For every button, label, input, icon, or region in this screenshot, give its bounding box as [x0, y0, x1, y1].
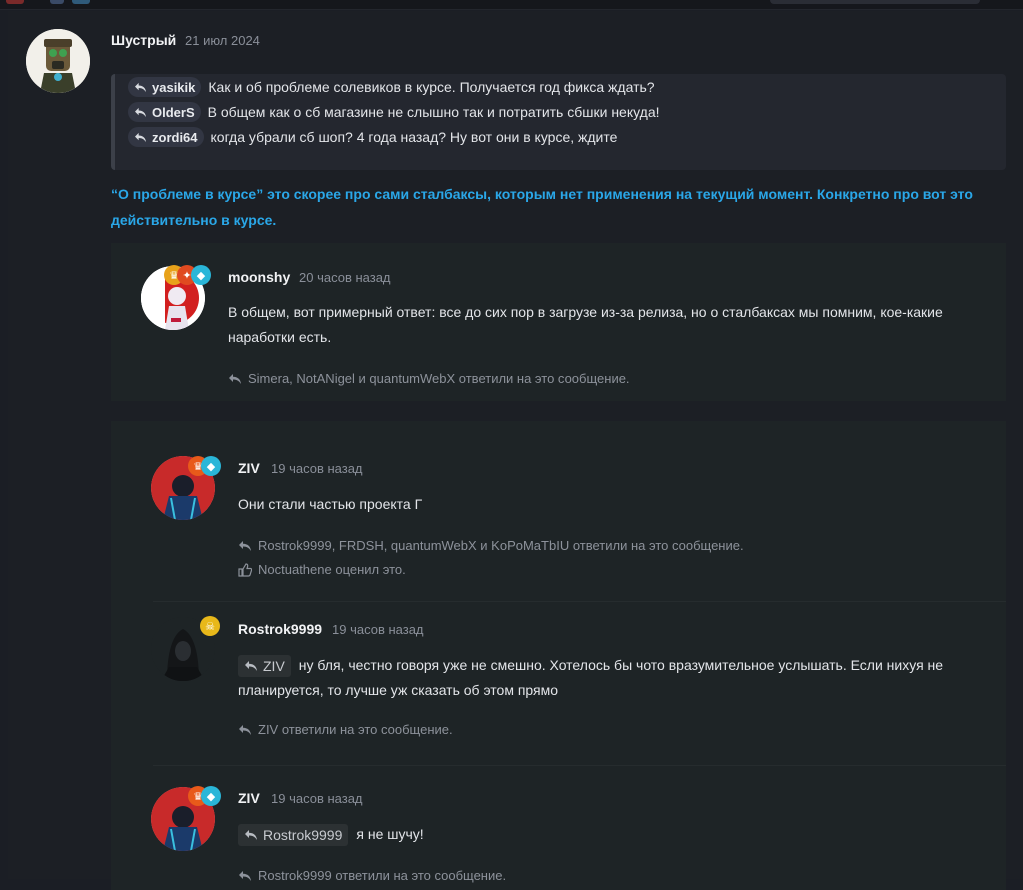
replied-text: Rostrok9999, FRDSH, quantumWebX и KoPoMa… [258, 538, 744, 553]
reply-text-content: я не шучу! [356, 826, 424, 842]
mention-user: Rostrok9999 [263, 826, 343, 843]
reply-arrow-icon [135, 107, 146, 117]
reply-time[interactable]: 20 часов назад [299, 270, 391, 285]
liked-text: Noctuathene оценил это. [258, 562, 406, 577]
reply-arrow-icon [245, 661, 257, 672]
diamond-badge-icon: ◆ [201, 786, 221, 806]
reply-author[interactable]: ZIV [238, 460, 260, 476]
diamond-badge-icon: ◆ [191, 265, 211, 285]
reply-arrow-icon [229, 373, 241, 384]
replied-info[interactable]: Rostrok9999, FRDSH, quantumWebX и KoPoMa… [238, 538, 744, 553]
post-date[interactable]: 21 июл 2024 [185, 33, 260, 48]
replied-text: Simera, NotANigel и quantumWebX ответили… [248, 371, 630, 386]
divider [153, 601, 1006, 602]
diamond-badge-icon: ◆ [201, 456, 221, 476]
top-tab-icon[interactable] [72, 0, 90, 4]
top-tab-icon[interactable] [50, 0, 64, 4]
mention-chip[interactable]: ZIV [238, 655, 291, 678]
skull-badge-icon: ☠ [200, 616, 220, 636]
quote-line: zordi64 когда убрали сб шоп? 4 года наза… [128, 126, 617, 148]
reply-text: Они стали частью проекта Г [238, 496, 423, 512]
mention-chip[interactable]: zordi64 [128, 127, 204, 147]
top-tab-icon[interactable] [6, 0, 24, 4]
message-feed: Шустрый 21 июл 2024 yasikik Как и об про… [8, 11, 1023, 890]
reply-arrow-icon [239, 870, 251, 881]
reply-panel: ♛ ✦ ◆ moonshy 20 часов назад В общем, во… [111, 243, 1006, 401]
reply-arrow-icon [135, 132, 146, 142]
reply-arrow-icon [135, 82, 146, 92]
quote-text: В общем как о сб магазине не слышно так … [207, 104, 660, 120]
reply-time[interactable]: 19 часов назад [332, 622, 424, 637]
avatar[interactable] [26, 29, 90, 93]
reply-text: Rostrok9999 я не шучу! [238, 822, 424, 847]
reply-panel: ♛ ◆ ZIV 19 часов назад Они стали частью … [111, 421, 1006, 890]
quote-block: yasikik Как и об проблеме солевиков в ку… [111, 74, 1006, 170]
reply-text: ZIV ну бля, честно говоря уже не смешно.… [238, 653, 958, 703]
like-thumb-icon [238, 562, 252, 577]
reply-arrow-icon [239, 540, 251, 551]
reply-author[interactable]: ZIV [238, 790, 260, 806]
reply-arrow-icon [245, 830, 257, 841]
mention-user: zordi64 [152, 129, 198, 145]
divider [153, 765, 1006, 766]
post-author[interactable]: Шустрый [111, 32, 176, 48]
mention-chip[interactable]: OlderS [128, 102, 201, 122]
replied-text: Rostrok9999 ответили на это сообщение. [258, 868, 507, 883]
reply-arrow-icon [239, 724, 251, 735]
reply-time[interactable]: 19 часов назад [271, 791, 363, 806]
mention-chip[interactable]: yasikik [128, 77, 202, 97]
search-input[interactable] [770, 0, 980, 4]
quote-line: yasikik Как и об проблеме солевиков в ку… [128, 76, 655, 98]
mention-chip[interactable]: Rostrok9999 [238, 824, 349, 847]
mention-user: ZIV [263, 657, 285, 674]
replied-info[interactable]: ZIV ответили на это сообщение. [238, 722, 453, 737]
quote-line: OlderS В общем как о сб магазине не слыш… [128, 101, 660, 123]
replied-info[interactable]: Rostrok9999 ответили на это сообщение. [238, 868, 506, 883]
mention-user: OlderS [152, 104, 195, 120]
mention-user: yasikik [152, 79, 196, 95]
quote-text: когда убрали сб шоп? 4 года назад? Ну во… [210, 129, 618, 145]
reply-author[interactable]: moonshy [228, 269, 290, 285]
quote-text: Как и об проблеме солевиков в курсе. Пол… [208, 79, 655, 95]
reply-text: В общем, вот примерный ответ: все до сих… [228, 304, 943, 345]
like-info[interactable]: Noctuathene оценил это. [238, 562, 406, 577]
top-bar [0, 0, 1023, 10]
highlight-text: “О проблеме в курсе” это скорее про сами… [111, 186, 973, 228]
reply-text-content: ну бля, честно говоря уже не смешно. Хот… [238, 657, 944, 698]
reply-time[interactable]: 19 часов назад [271, 461, 363, 476]
reply-author[interactable]: Rostrok9999 [238, 621, 322, 637]
replied-text: ZIV ответили на это сообщение. [258, 722, 453, 737]
replied-info[interactable]: Simera, NotANigel и quantumWebX ответили… [228, 371, 630, 386]
